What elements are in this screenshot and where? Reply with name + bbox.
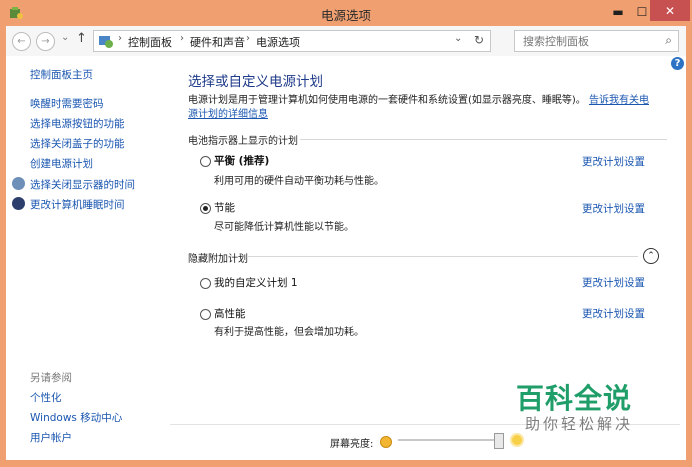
brightness-high-icon [512, 435, 522, 445]
plan-high-performance-desc: 有利于提高性能，但会增加功耗。 [214, 327, 364, 338]
breadcrumb-separator: › [118, 33, 122, 44]
plan-power-saver-name[interactable]: 节能 [214, 200, 235, 215]
watermark-title: 百科全说 [516, 382, 633, 415]
control-panel-icon [99, 36, 113, 48]
breadcrumb-separator[interactable]: › [180, 33, 184, 44]
window-frame-right [686, 26, 692, 467]
plan-balanced-radio[interactable] [200, 156, 211, 167]
sleep-moon-icon [12, 197, 25, 210]
plan-balanced-name[interactable]: 平衡 (推荐) [214, 153, 269, 168]
sidebar-item-display-off[interactable]: 选择关闭显示器的时间 [30, 177, 135, 192]
brightness-slider-track[interactable] [398, 439, 498, 441]
window-frame-bottom [0, 460, 692, 467]
search-icon[interactable]: ⌕ [665, 33, 672, 48]
plan-power-saver-desc: 尽可能降低计算机性能以节能。 [214, 222, 354, 233]
address-dropdown-icon[interactable]: ⌄ [454, 33, 462, 44]
watermark-subtitle: 助你轻松解决 [525, 415, 634, 433]
sidebar-item-wake-password[interactable]: 唤醒时需要密码 [30, 96, 104, 111]
window-frame-left [0, 26, 6, 467]
change-plan-high-performance-link[interactable]: 更改计划设置 [582, 306, 645, 321]
change-plan-custom-link[interactable]: 更改计划设置 [582, 275, 645, 290]
see-also-personalization[interactable]: 个性化 [30, 390, 62, 405]
change-plan-balanced-link[interactable]: 更改计划设置 [582, 154, 645, 169]
breadcrumb-power-options[interactable]: 电源选项 [256, 34, 300, 50]
breadcrumb-hardware-sound[interactable]: 硬件和声音 [190, 34, 245, 50]
title-bar: 电源选项 ▬ ☐ ✕ [0, 0, 692, 26]
display-icon [12, 177, 25, 190]
sidebar-item-create-plan[interactable]: 创建电源计划 [30, 156, 93, 171]
address-bar[interactable]: › 控制面板 › 硬件和声音 › 电源选项 ⌄ ↻ [93, 30, 491, 52]
close-button[interactable]: ✕ [650, 0, 690, 21]
divider [248, 256, 638, 257]
page-title: 选择或自定义电源计划 [188, 74, 323, 90]
page-description: 电源计划是用于管理计算机如何使用电源的一套硬件和系统设置(如显示器亮度、睡眠等)… [188, 94, 658, 122]
sidebar-control-panel-home[interactable]: 控制面板主页 [30, 67, 93, 82]
plan-custom-name[interactable]: 我的自定义计划 1 [214, 275, 298, 290]
plan-high-performance-name[interactable]: 高性能 [214, 306, 246, 321]
sidebar-item-sleep-time[interactable]: 更改计算机睡眠时间 [30, 197, 125, 212]
back-button[interactable]: ← [12, 32, 31, 51]
sidebar-item-power-button[interactable]: 选择电源按钮的功能 [30, 116, 125, 131]
plan-power-saver-radio[interactable] [200, 203, 211, 214]
brightness-label: 屏幕亮度: [330, 439, 374, 450]
plan-balanced-desc: 利用可用的硬件自动平衡功耗与性能。 [214, 176, 384, 187]
search-input[interactable] [521, 34, 660, 49]
refresh-icon[interactable]: ↻ [474, 33, 484, 47]
forward-button[interactable]: → [36, 32, 55, 51]
help-icon[interactable]: ? [671, 57, 684, 70]
breadcrumb-separator[interactable]: › [246, 33, 250, 44]
change-plan-power-saver-link[interactable]: 更改计划设置 [582, 201, 645, 216]
see-also-user-accounts[interactable]: 用户帐户 [30, 430, 72, 445]
minimize-button[interactable]: ▬ [606, 1, 630, 23]
sidebar-item-lid-close[interactable]: 选择关闭盖子的功能 [30, 136, 125, 151]
brightness-low-icon [380, 436, 392, 448]
hidden-plans-heading: 隐藏附加计划 [188, 254, 248, 265]
description-text: 电源计划是用于管理计算机如何使用电源的一套硬件和系统设置(如显示器亮度、睡眠等)… [188, 95, 586, 106]
brightness-slider-thumb[interactable] [494, 433, 504, 449]
see-also-mobility-center[interactable]: Windows 移动中心 [30, 410, 122, 425]
up-button[interactable]: ↑ [76, 31, 87, 46]
divider [300, 139, 667, 140]
breadcrumb-control-panel[interactable]: 控制面板 [128, 34, 172, 50]
see-also-heading: 另请参阅 [30, 372, 72, 384]
plan-high-performance-radio[interactable] [200, 309, 211, 320]
navigation-bar: ← → ⌄ ↑ › 控制面板 › 硬件和声音 › 电源选项 ⌄ ↻ ⌕ [6, 26, 686, 56]
collapse-hidden-plans-icon[interactable]: ⌃ [643, 248, 659, 264]
battery-plans-heading: 电池指示器上显示的计划 [188, 136, 298, 147]
search-box[interactable]: ⌕ [514, 30, 679, 52]
plan-custom-radio[interactable] [200, 278, 211, 289]
window-title: 电源选项 [320, 8, 371, 23]
recent-pages-dropdown[interactable]: ⌄ [61, 32, 69, 43]
